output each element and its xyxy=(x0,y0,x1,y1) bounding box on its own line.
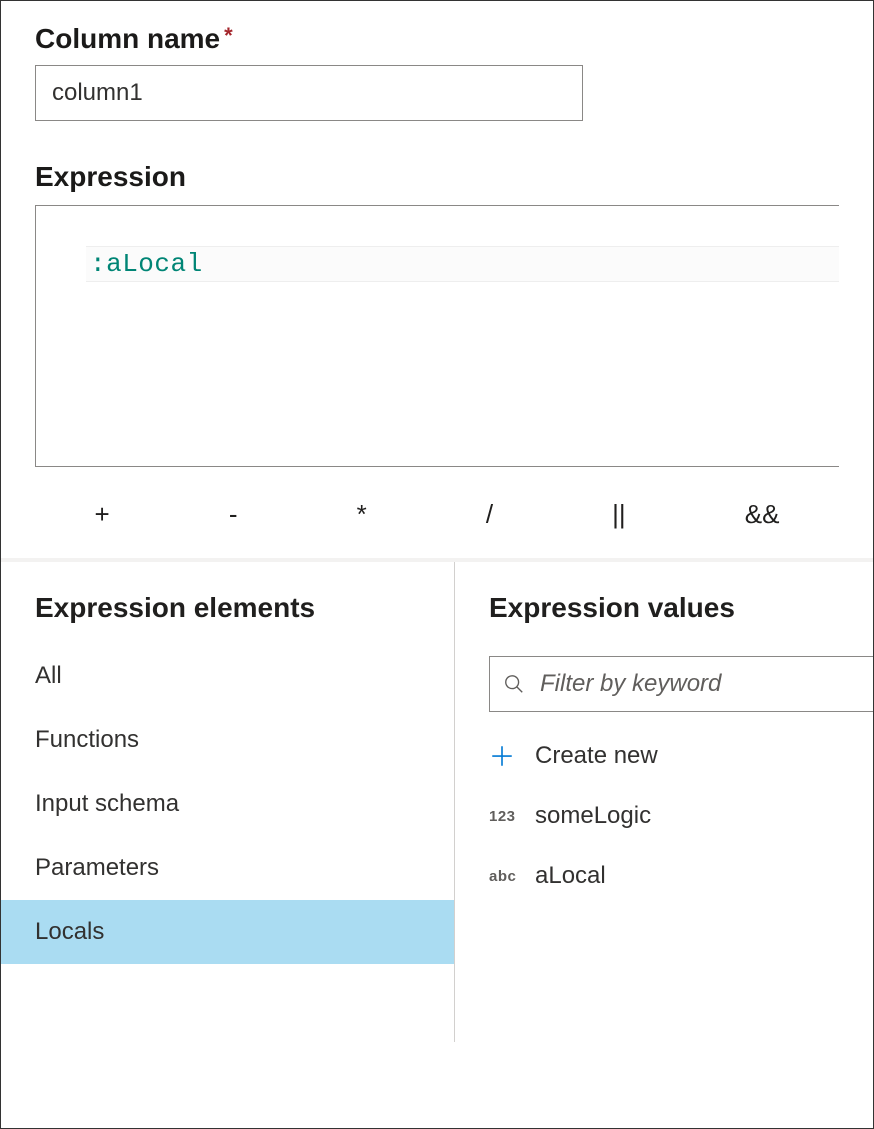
element-item-functions[interactable]: Functions xyxy=(1,708,454,772)
type-badge-string-icon: abc xyxy=(489,868,527,885)
expression-elements-panel: Expression elements All Functions Input … xyxy=(1,562,455,1042)
code-line-highlight: :aLocal xyxy=(86,246,839,282)
plus-icon xyxy=(489,743,515,769)
elements-panel-title: Expression elements xyxy=(1,592,454,644)
operator-minus[interactable]: - xyxy=(217,499,250,530)
column-name-input[interactable] xyxy=(35,65,583,121)
element-item-parameters[interactable]: Parameters xyxy=(1,836,454,900)
operator-toolbar: + - * / || && xyxy=(35,467,839,558)
operator-and[interactable]: && xyxy=(733,499,792,530)
expression-code: :aLocal xyxy=(90,249,203,279)
create-new-button[interactable]: Create new xyxy=(489,742,873,770)
expression-builder-frame: Column name* Expression :aLocal + - * / … xyxy=(0,0,874,1129)
value-item-somelogic[interactable]: 123 someLogic xyxy=(489,802,873,830)
value-name: aLocal xyxy=(535,862,606,890)
column-name-label-text: Column name xyxy=(35,23,220,54)
elements-list: All Functions Input schema Parameters Lo… xyxy=(1,644,454,964)
operator-divide[interactable]: / xyxy=(474,499,505,530)
create-new-label: Create new xyxy=(535,742,658,770)
filter-field xyxy=(489,656,873,712)
values-panel-title: Expression values xyxy=(489,592,873,644)
element-item-locals[interactable]: Locals xyxy=(1,900,454,964)
expression-values-panel: Expression values Create new 123 someLog… xyxy=(455,562,873,1042)
column-name-label: Column name* xyxy=(35,23,839,55)
operator-multiply[interactable]: * xyxy=(345,499,379,530)
value-item-alocal[interactable]: abc aLocal xyxy=(489,862,873,890)
filter-input[interactable] xyxy=(489,656,873,712)
operator-or[interactable]: || xyxy=(600,499,638,530)
element-item-all[interactable]: All xyxy=(1,644,454,708)
operator-plus[interactable]: + xyxy=(83,499,122,530)
bottom-section: Expression elements All Functions Input … xyxy=(1,562,873,1042)
top-section: Column name* Expression :aLocal + - * / … xyxy=(1,1,873,558)
element-item-input-schema[interactable]: Input schema xyxy=(1,772,454,836)
expression-label: Expression xyxy=(35,161,839,193)
type-badge-number-icon: 123 xyxy=(489,808,527,825)
required-asterisk-icon: * xyxy=(224,23,233,48)
value-name: someLogic xyxy=(535,802,651,830)
search-icon xyxy=(503,673,525,695)
expression-editor[interactable]: :aLocal xyxy=(35,205,839,467)
